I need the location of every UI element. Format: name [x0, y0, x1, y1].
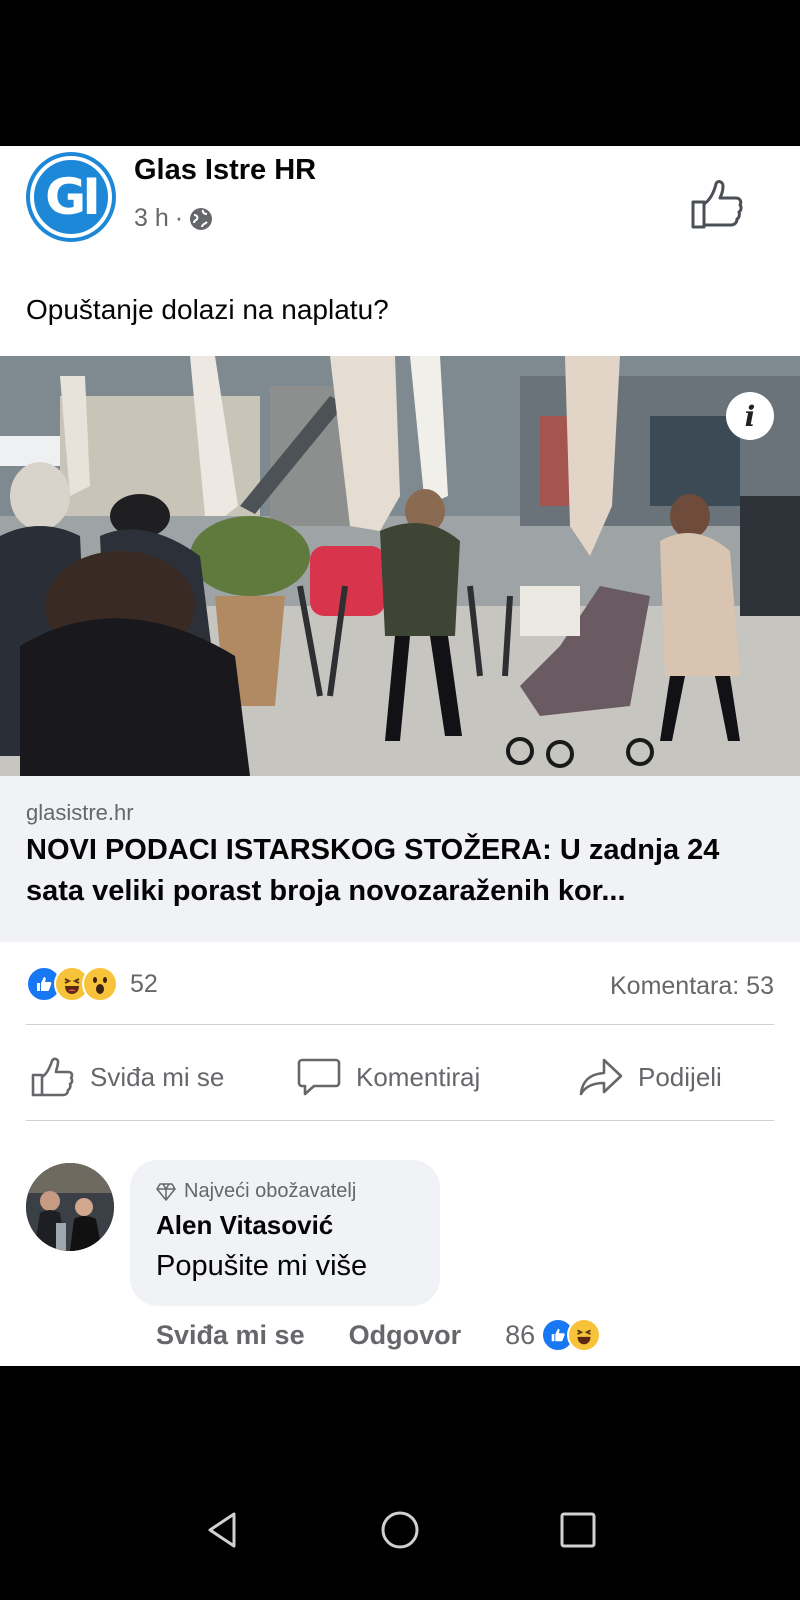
comment-bubble[interactable]: Najveći obožavatelj Alen Vitasović Popuš… — [130, 1160, 440, 1306]
wow-icon — [82, 966, 118, 1002]
reaction-summary[interactable]: 52 — [26, 966, 158, 1002]
comment-button[interactable]: Komentiraj — [296, 1056, 480, 1098]
top-fan-badge: Najveći obožavatelj — [156, 1180, 356, 1203]
meta-separator: · — [174, 204, 184, 232]
reaction-count: 52 — [130, 969, 158, 998]
post-photo[interactable]: i — [0, 356, 800, 776]
post-meta: 3 h · — [134, 204, 213, 233]
commenter-photo — [26, 1163, 114, 1251]
info-button[interactable]: i — [726, 392, 774, 440]
share-arrow-icon — [579, 1058, 623, 1096]
link-preview[interactable]: glasistre.hr NOVI PODACI ISTARSKOG STOŽE… — [0, 776, 800, 942]
comment-reaction-count: 86 — [505, 1319, 536, 1350]
thumbs-up-icon — [31, 1057, 74, 1097]
post-actions: Sviđa mi se Komentiraj Podijeli — [0, 1046, 800, 1116]
street-scene-image — [0, 356, 800, 776]
post-time[interactable]: 3 h — [134, 204, 169, 233]
comment-label: Komentiraj — [356, 1061, 481, 1092]
post-text: Opuštanje dolazi na naplatu? — [26, 294, 389, 325]
like-page-icon[interactable] — [690, 178, 746, 230]
comment-like-button[interactable]: Sviđa mi se — [156, 1320, 305, 1351]
link-domain: glasistre.hr — [26, 800, 134, 825]
back-icon[interactable] — [202, 1510, 242, 1550]
like-button[interactable]: Sviđa mi se — [30, 1056, 224, 1098]
comment-actions: Sviđa mi se Odgovor 86 — [156, 1318, 602, 1352]
commenter-avatar[interactable] — [26, 1163, 114, 1251]
page-avatar[interactable]: GI — [26, 152, 116, 242]
comment-reactions[interactable] — [541, 1318, 602, 1352]
share-label: Podijeli — [638, 1061, 722, 1092]
page-name[interactable]: Glas Istre HR — [134, 154, 316, 187]
haha-icon — [567, 1318, 602, 1352]
home-icon[interactable] — [380, 1510, 420, 1550]
comment-count[interactable]: Komentara: 53 — [610, 972, 774, 1001]
comment-text: Popušite mi više — [156, 1250, 368, 1282]
globe-icon — [190, 207, 213, 230]
divider — [26, 1120, 774, 1121]
share-button[interactable]: Podijeli — [578, 1056, 722, 1098]
comment-author[interactable]: Alen Vitasović — [156, 1210, 333, 1241]
recents-icon[interactable] — [558, 1510, 598, 1550]
badge-label: Najveći obožavatelj — [184, 1180, 357, 1202]
comment-reply-button[interactable]: Odgovor — [349, 1320, 462, 1351]
speech-bubble-icon — [297, 1058, 341, 1096]
diamond-icon — [156, 1182, 176, 1201]
divider — [26, 1024, 774, 1025]
android-nav-bar — [0, 1500, 800, 1560]
link-headline: NOVI PODACI ISTARSKOG STOŽERA: U zadnja … — [26, 834, 720, 907]
post-card: GI Glas Istre HR 3 h · Opuštanje dolazi … — [0, 146, 800, 1366]
like-label: Sviđa mi se — [90, 1061, 225, 1092]
page-logo-text: GI — [45, 168, 101, 226]
